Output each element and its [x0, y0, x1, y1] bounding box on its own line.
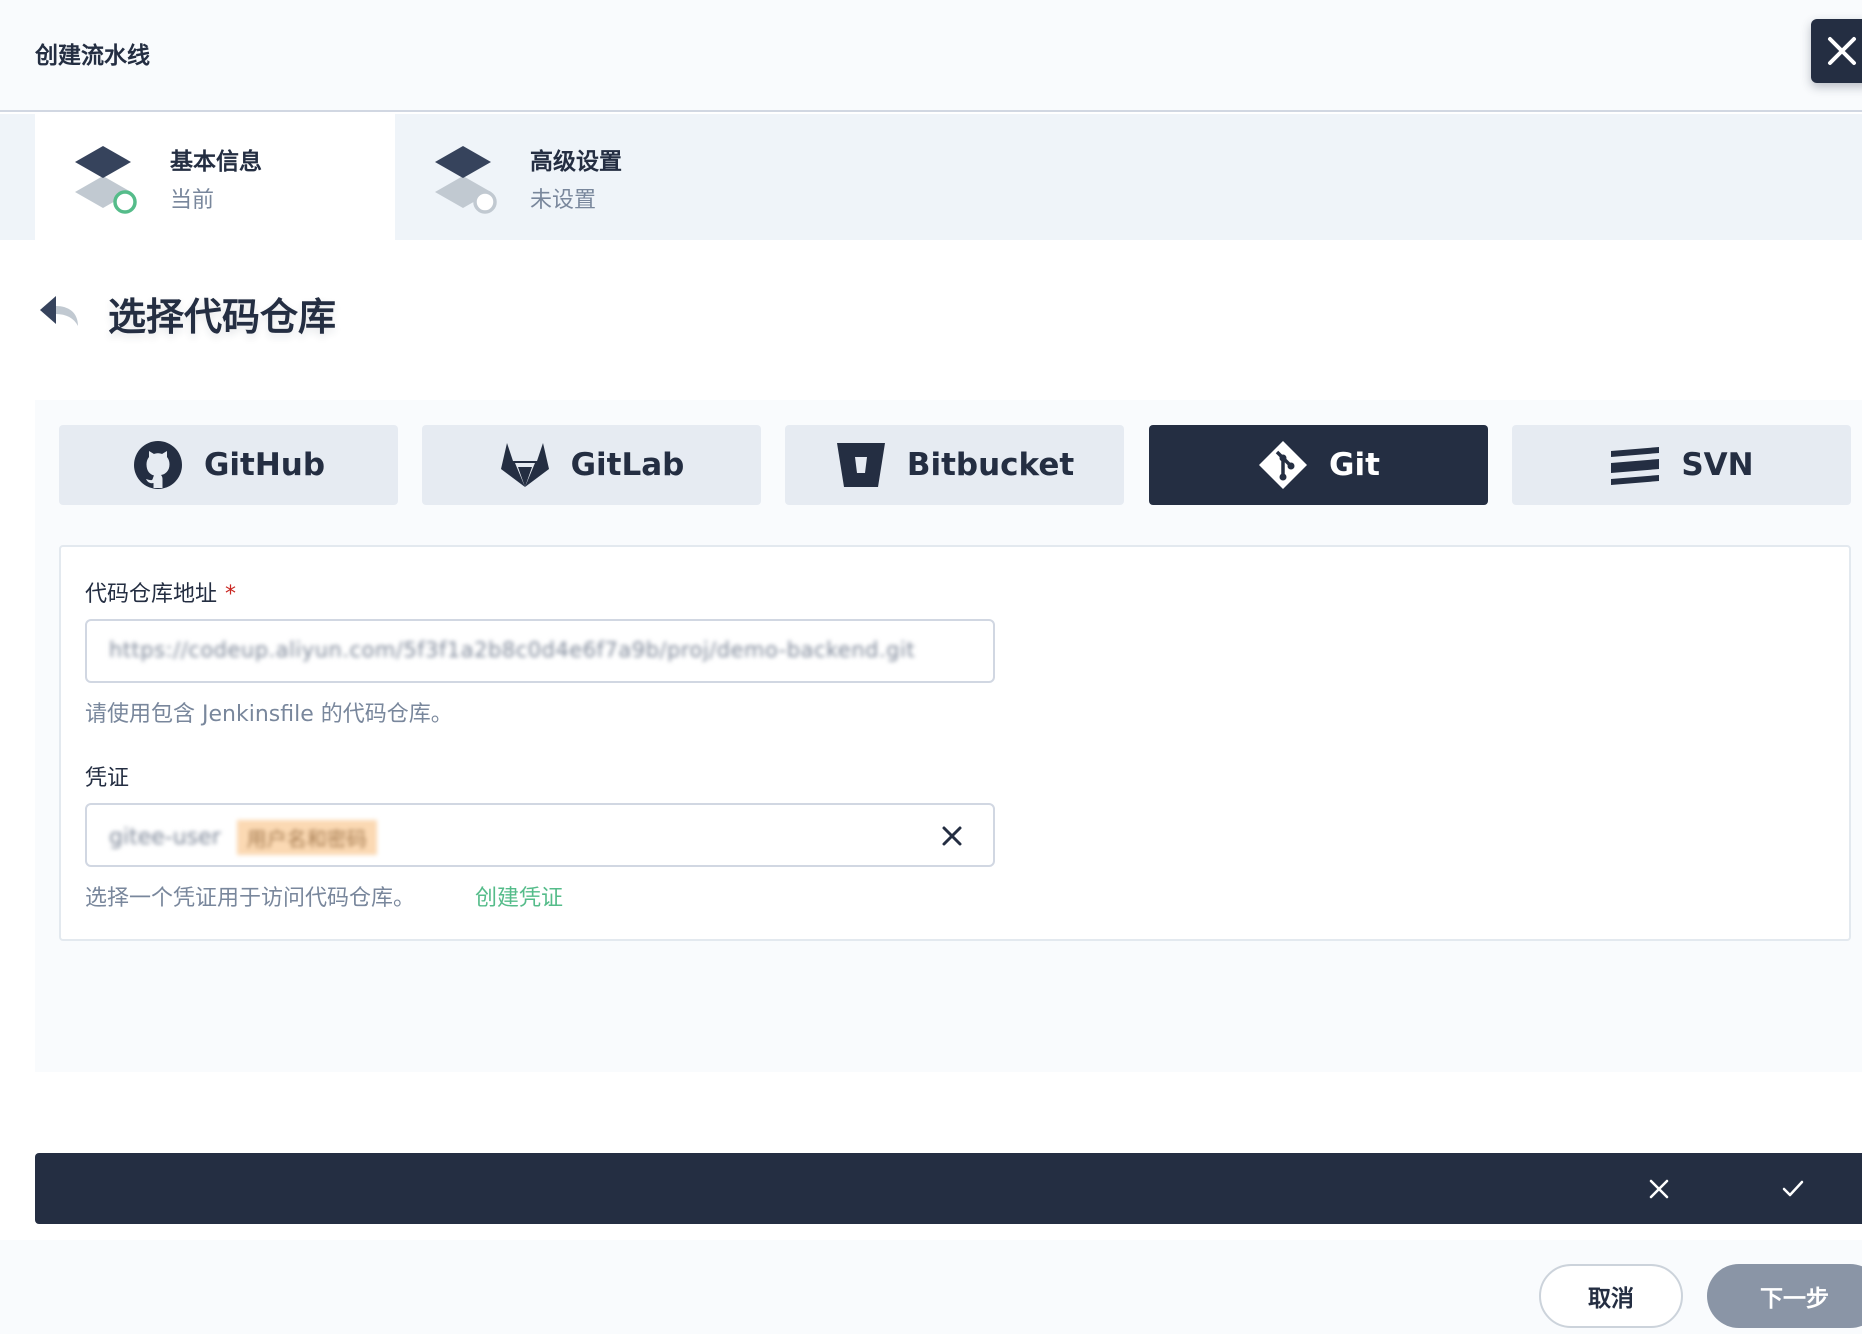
close-modal-button[interactable] — [1811, 19, 1862, 83]
check-icon[interactable] — [1780, 1176, 1806, 1202]
repo-tab-label: GitLab — [570, 447, 685, 483]
required-mark: * — [225, 582, 237, 607]
step-title: 基本信息 — [170, 149, 262, 175]
credential-value: gitee-user 用户名和密码 — [109, 819, 377, 855]
credential-name: gitee-user — [109, 824, 221, 850]
repo-tab-label: GitHub — [203, 447, 326, 483]
step-basic-info[interactable]: 基本信息 当前 — [35, 114, 395, 240]
repo-tab-label: Git — [1329, 447, 1380, 483]
step-advanced-settings[interactable]: 高级设置 未设置 — [395, 114, 755, 240]
repo-tab-label: SVN — [1681, 447, 1754, 483]
layers-icon — [435, 146, 497, 214]
repo-tab-svn[interactable]: SVN — [1512, 425, 1851, 505]
cancel-button[interactable]: 取消 — [1539, 1264, 1683, 1328]
repo-tab-github[interactable]: GitHub — [59, 425, 398, 505]
repo-url-label: 代码仓库地址 * — [85, 582, 237, 607]
repo-url-help: 请使用包含 Jenkinsfile 的代码仓库。 — [85, 702, 453, 727]
repo-tab-label: Bitbucket — [906, 447, 1075, 483]
close-icon[interactable] — [1646, 1176, 1672, 1202]
back-arrow-icon[interactable] — [38, 292, 80, 328]
repo-tab-bitbucket[interactable]: Bitbucket — [785, 425, 1124, 505]
repo-tab-git[interactable]: Git — [1149, 425, 1488, 505]
step-status: 未设置 — [530, 188, 597, 213]
repo-tab-gitlab[interactable]: GitLab — [422, 425, 761, 505]
credential-help: 选择一个凭证用于访问代码仓库。 — [85, 886, 416, 911]
repo-url-value: https://codeup.aliyun.com/5f3f1a2b8c0d4e… — [109, 638, 916, 662]
create-credential-link[interactable]: 创建凭证 — [475, 880, 563, 912]
gitlab-icon — [500, 443, 549, 487]
bitbucket-icon — [836, 443, 885, 487]
svn-icon — [1611, 447, 1660, 485]
credential-select[interactable]: gitee-user 用户名和密码 — [85, 803, 995, 867]
steps-bar: 基本信息 当前 高级设置 未设置 — [0, 114, 1862, 240]
step-title: 高级设置 — [530, 149, 622, 175]
credential-type-tag: 用户名和密码 — [236, 819, 377, 855]
layers-icon — [75, 146, 137, 214]
step-status: 当前 — [170, 188, 215, 213]
modal-title: 创建流水线 — [35, 43, 150, 69]
close-icon — [1828, 37, 1856, 65]
section-title: 选择代码仓库 — [108, 295, 337, 339]
modal-header: 创建流水线 — [0, 0, 1862, 112]
confirm-bar — [35, 1153, 1862, 1224]
git-icon — [1259, 441, 1308, 489]
credential-label: 凭证 — [85, 766, 130, 791]
modal-footer: 取消 下一步 — [0, 1240, 1862, 1334]
github-icon — [133, 441, 182, 489]
repo-url-input[interactable]: https://codeup.aliyun.com/5f3f1a2b8c0d4e… — [85, 619, 995, 683]
clear-icon[interactable] — [939, 823, 965, 849]
next-button[interactable]: 下一步 — [1707, 1264, 1862, 1328]
